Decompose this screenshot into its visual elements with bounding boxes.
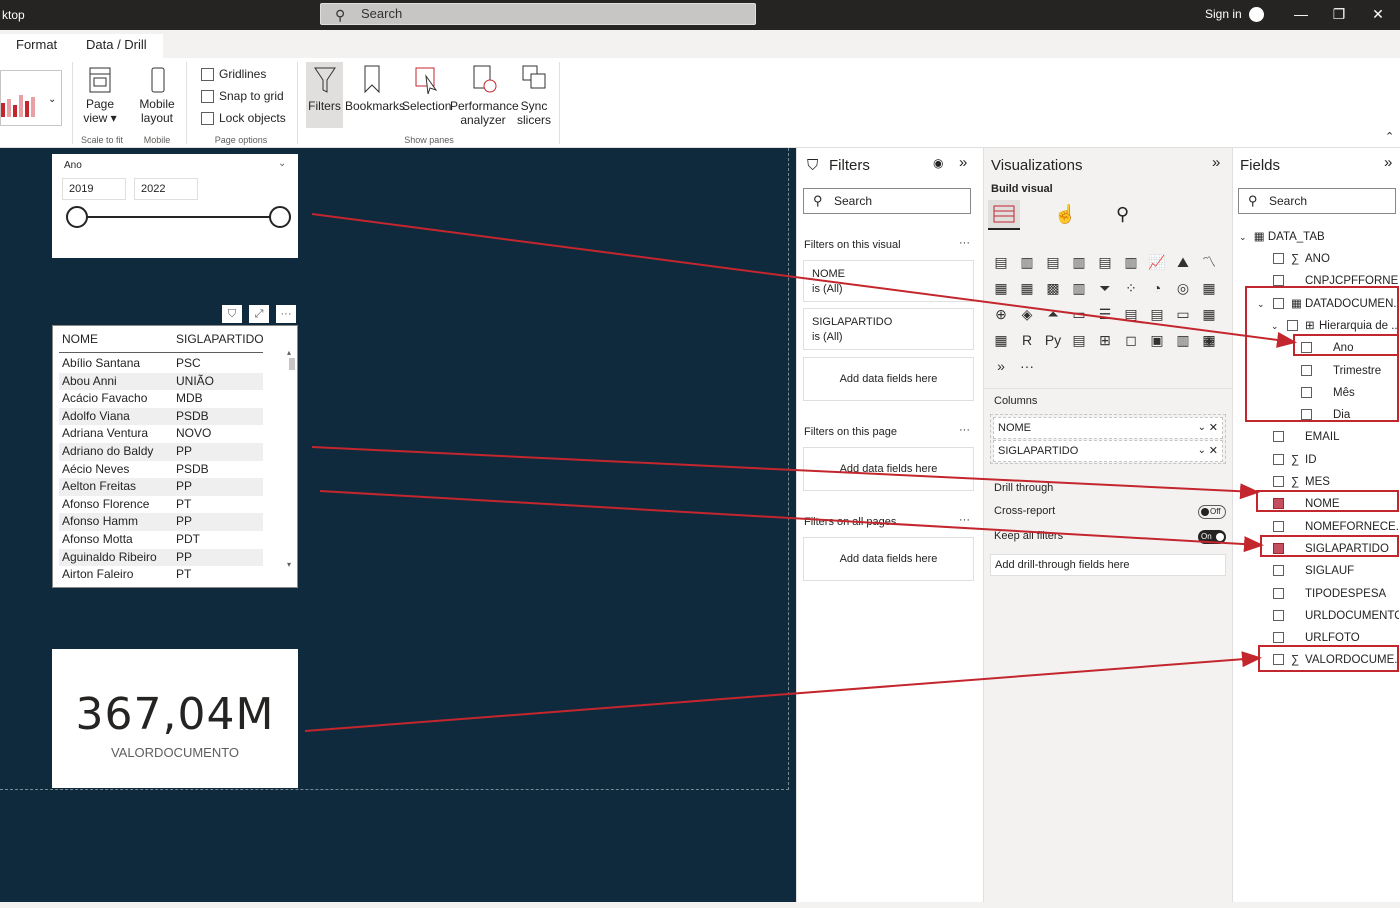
annotation-arrows [304,213,1297,732]
arrow-ano-to-slicer [311,213,1297,348]
status-bar [0,902,1400,908]
arrow-valor-to-card [304,651,1262,732]
arrow-sigla-to-table [319,490,1264,553]
arrow-nome-to-table [311,446,1260,500]
